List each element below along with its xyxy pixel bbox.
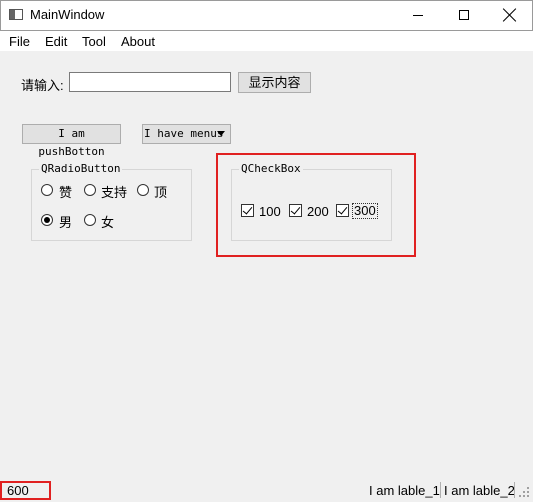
radio-male[interactable]: [41, 214, 53, 226]
input-label: 请输入:: [21, 78, 64, 93]
checkbox-200[interactable]: [289, 204, 302, 217]
status-divider-2: [514, 482, 515, 498]
checkbox-100-label: 100: [259, 204, 281, 219]
radio-group-title: QRadioButton: [39, 162, 123, 175]
radio-zan[interactable]: [41, 184, 53, 196]
window-title: MainWindow: [30, 7, 105, 22]
status-divider: [440, 482, 441, 498]
menu-button[interactable]: I have menus: [142, 124, 231, 144]
push-button[interactable]: I am pushBotton: [22, 124, 121, 158]
radio-support-label: 支持: [101, 185, 128, 200]
menu-tool[interactable]: Tool: [82, 34, 106, 49]
menu-edit[interactable]: Edit: [45, 34, 67, 49]
maximize-button[interactable]: [441, 0, 487, 30]
radio-top-label: 顶: [154, 185, 168, 200]
menu-about[interactable]: About: [121, 34, 155, 49]
radio-support[interactable]: [84, 184, 96, 196]
radio-top[interactable]: [137, 184, 149, 196]
radio-female[interactable]: [84, 214, 96, 226]
text-input[interactable]: [69, 72, 231, 92]
show-content-button[interactable]: 显示内容: [238, 72, 311, 93]
radio-male-label: 男: [59, 215, 73, 230]
close-icon: [503, 8, 517, 22]
minimize-icon: [413, 14, 423, 16]
status-label-2: I am lable_2: [444, 483, 515, 498]
status-value: 600: [7, 483, 29, 498]
checkbox-200-label: 200: [307, 204, 329, 219]
size-grip[interactable]: [517, 483, 531, 499]
dropdown-arrow-icon: [217, 131, 225, 136]
maximize-icon: [459, 10, 469, 20]
checkbox-group-title: QCheckBox: [239, 162, 303, 175]
checkbox-300-label: 300: [352, 203, 378, 219]
size-grip-icon: [519, 487, 529, 497]
menu-file[interactable]: File: [9, 34, 30, 49]
radio-female-label: 女: [101, 215, 115, 230]
menu-bar: [0, 31, 533, 51]
close-button[interactable]: [487, 0, 533, 30]
checkbox-300[interactable]: [336, 204, 349, 217]
radio-zan-label: 赞: [59, 185, 73, 200]
checkbox-100[interactable]: [241, 204, 254, 217]
status-label-1: I am lable_1: [369, 483, 440, 498]
minimize-button[interactable]: [395, 0, 441, 30]
app-icon: [9, 9, 23, 20]
menu-button-label: I have menus: [144, 127, 224, 140]
